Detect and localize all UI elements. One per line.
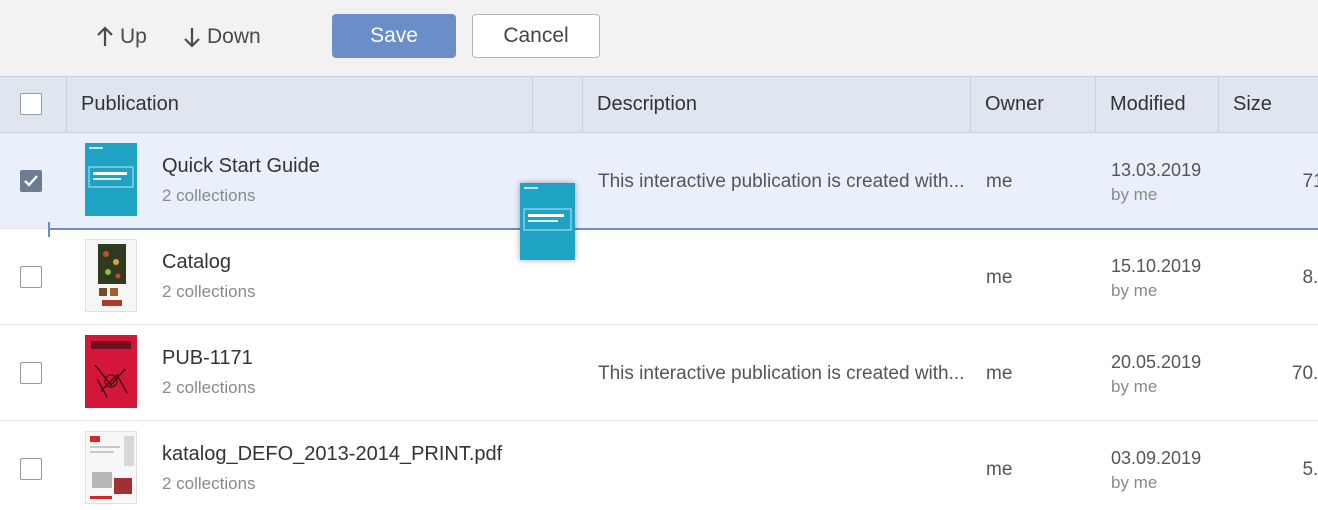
table-header: Publication Description Owner Modified S… [0, 76, 1318, 133]
table-row[interactable]: PUB-1171 2 collections This interactive … [0, 325, 1318, 421]
column-header-description[interactable]: Description [583, 77, 971, 132]
drop-indicator-line [48, 228, 1318, 230]
publication-size: 5.3 M [1230, 459, 1318, 481]
publication-owner: me [986, 171, 1013, 192]
row-checkbox[interactable] [20, 266, 42, 288]
publication-size-value: 8.6 M [1302, 267, 1318, 288]
column-publication-label: Publication [81, 93, 179, 115]
publication-collections[interactable]: 2 collections [162, 378, 256, 398]
publication-collections[interactable]: 2 collections [162, 282, 256, 302]
publication-thumbnail[interactable] [85, 143, 137, 216]
modified-by: by me [1111, 281, 1158, 300]
column-description-label: Description [597, 93, 698, 115]
cover-red-book [85, 335, 137, 408]
publication-description: This interactive publication is created … [598, 363, 965, 384]
table-row[interactable]: Quick Start Guide 2 collections This int… [0, 133, 1318, 229]
move-up-button[interactable]: Up [96, 22, 147, 52]
checkmark-icon [24, 175, 38, 187]
move-up-label: Up [120, 25, 147, 48]
publication-owner: me [986, 267, 1013, 288]
publication-size-value: 70.0 M [1291, 363, 1318, 384]
table-row[interactable]: Catalog 2 collections me 15.10.2019 by m… [0, 229, 1318, 325]
publication-description: This interactive publication is created … [598, 171, 965, 192]
modified-date: 20.05.2019 [1111, 352, 1202, 372]
publication-collections[interactable]: 2 collections [162, 186, 256, 206]
publication-thumbnail[interactable] [85, 239, 137, 312]
save-button[interactable]: Save [332, 14, 456, 58]
column-owner-label: Owner [985, 93, 1044, 115]
publication-title[interactable]: Catalog [162, 251, 231, 274]
publication-collections[interactable]: 2 collections [162, 474, 256, 494]
modified-date: 13.03.2019 [1111, 160, 1202, 180]
publication-size: 714.4 [1230, 171, 1318, 193]
column-modified-label: Modified [1110, 93, 1186, 115]
cover-defo-catalog [86, 432, 136, 503]
arrow-down-icon [184, 28, 200, 48]
publication-size: 8.6 M [1230, 267, 1318, 289]
publication-thumbnail[interactable] [85, 335, 137, 408]
column-size-label: Size [1233, 93, 1272, 115]
move-down-button[interactable]: Down [183, 22, 261, 52]
column-header-publication[interactable]: Publication [67, 77, 533, 132]
cover-quick-start-guide [85, 143, 137, 216]
publication-title[interactable]: Quick Start Guide [162, 155, 320, 178]
publication-thumbnail[interactable] [85, 431, 137, 504]
toolbar: Up Down Save Cancel [0, 0, 1318, 76]
table-row[interactable]: katalog_DEFO_2013-2014_PRINT.pdf 2 colle… [0, 421, 1318, 510]
cancel-button[interactable]: Cancel [472, 14, 600, 58]
publication-owner: me [986, 363, 1013, 384]
column-header-blank [533, 77, 583, 132]
publication-title[interactable]: katalog_DEFO_2013-2014_PRINT.pdf [162, 443, 502, 466]
modified-by: by me [1111, 185, 1158, 204]
move-down-label: Down [207, 25, 261, 48]
arrow-up-icon [97, 26, 113, 46]
publication-owner: me [986, 459, 1013, 480]
column-header-owner[interactable]: Owner [971, 77, 1096, 132]
column-header-size[interactable]: Size [1219, 77, 1318, 132]
modified-date: 03.09.2019 [1111, 448, 1202, 468]
row-checkbox[interactable] [20, 458, 42, 480]
publication-size-value: 714.4 [1302, 171, 1318, 192]
cover-quick-start-guide-ghost [520, 183, 575, 260]
modified-by: by me [1111, 473, 1158, 492]
row-checkbox[interactable] [20, 170, 42, 192]
drag-ghost-thumbnail[interactable] [520, 183, 575, 260]
select-all-cell [0, 77, 67, 132]
publication-size: 70.0 M [1230, 363, 1318, 385]
cover-catalog [86, 240, 136, 311]
modified-by: by me [1111, 377, 1158, 396]
column-header-modified[interactable]: Modified [1096, 77, 1219, 132]
row-checkbox[interactable] [20, 362, 42, 384]
drop-indicator-tick [48, 222, 50, 237]
modified-date: 15.10.2019 [1111, 256, 1202, 276]
publication-size-value: 5.3 M [1302, 459, 1318, 480]
publication-title[interactable]: PUB-1171 [162, 347, 253, 370]
select-all-checkbox[interactable] [20, 93, 42, 115]
